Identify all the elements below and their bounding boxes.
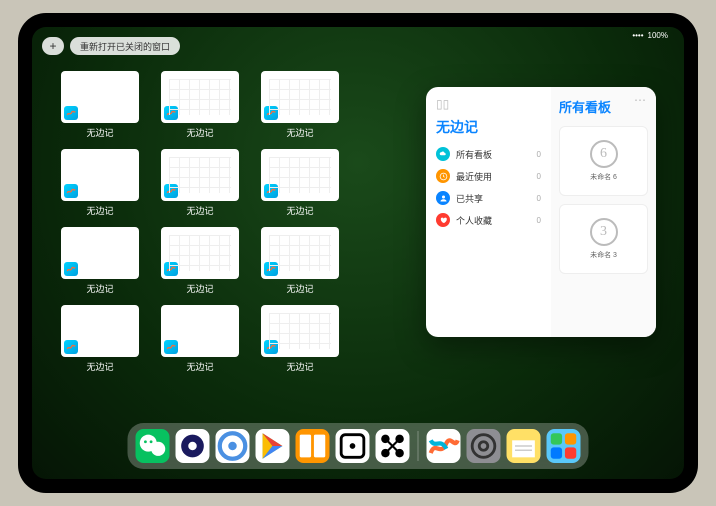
window-label: 无边记 bbox=[186, 126, 213, 139]
books-icon[interactable] bbox=[296, 429, 330, 463]
window-label: 无边记 bbox=[86, 126, 113, 139]
freeform-app-icon bbox=[264, 340, 278, 354]
more-icon[interactable]: ⋯ bbox=[634, 93, 646, 107]
play-icon[interactable] bbox=[256, 429, 290, 463]
board-card[interactable]: 6 未命名 6 bbox=[559, 126, 648, 196]
new-window-button[interactable]: + bbox=[42, 37, 64, 55]
freeform-app-icon bbox=[64, 340, 78, 354]
heart-icon bbox=[436, 213, 450, 227]
window-thumbnail[interactable]: 无边记 bbox=[160, 227, 240, 295]
window-label: 无边记 bbox=[186, 282, 213, 295]
connect-icon[interactable] bbox=[376, 429, 410, 463]
battery-indicator: 100% bbox=[648, 31, 668, 40]
window-label: 无边记 bbox=[86, 282, 113, 295]
sidebar-item-label: 最近使用 bbox=[456, 170, 492, 183]
freeform-app-icon bbox=[64, 106, 78, 120]
sidebar-item[interactable]: 个人收藏 0 bbox=[436, 213, 541, 227]
sidebar-item-count: 0 bbox=[537, 216, 541, 225]
freeform-app-icon bbox=[164, 262, 178, 276]
sidebar-item-label: 个人收藏 bbox=[456, 214, 492, 227]
window-label: 无边记 bbox=[286, 360, 313, 373]
sidebar-item[interactable]: 最近使用 0 bbox=[436, 169, 541, 183]
sidebar-icon: ▯▯ bbox=[436, 97, 541, 111]
dock-separator bbox=[418, 431, 419, 461]
sidebar-item-label: 所有看板 bbox=[456, 148, 492, 161]
qqbrowser-icon[interactable] bbox=[216, 429, 250, 463]
window-thumbnail[interactable]: 无边记 bbox=[260, 149, 340, 217]
sidebar-item-count: 0 bbox=[537, 172, 541, 181]
reopen-closed-window-button[interactable]: 重新打开已关闭的窗口 bbox=[70, 37, 180, 55]
freeform-app-icon bbox=[264, 106, 278, 120]
window-thumbnail[interactable]: 无边记 bbox=[260, 305, 340, 373]
home-screen: •••• 100% + 重新打开已关闭的窗口 无边记无边记无边记无边记无边记无边… bbox=[32, 27, 684, 479]
window-thumbnail[interactable]: 无边记 bbox=[160, 305, 240, 373]
window-thumbnail[interactable]: 无边记 bbox=[260, 71, 340, 139]
statusbar: •••• 100% bbox=[632, 31, 668, 40]
board-card[interactable]: 3 未命名 3 bbox=[559, 204, 648, 274]
signal-icon: •••• bbox=[632, 31, 643, 40]
window-label: 无边记 bbox=[286, 126, 313, 139]
window-thumbnail[interactable]: 无边记 bbox=[160, 71, 240, 139]
board-thumbnail: 6 bbox=[590, 140, 618, 168]
window-thumbnail[interactable]: 无边记 bbox=[260, 227, 340, 295]
freeform-app-icon bbox=[64, 262, 78, 276]
popover-title: 无边记 bbox=[436, 117, 541, 137]
freeform-app-icon bbox=[164, 340, 178, 354]
window-thumbnail[interactable]: 无边记 bbox=[160, 149, 240, 217]
dice-icon[interactable] bbox=[336, 429, 370, 463]
board-name: 未命名 6 bbox=[590, 172, 617, 182]
notes-icon[interactable] bbox=[507, 429, 541, 463]
window-thumbnail[interactable]: 无边记 bbox=[60, 227, 140, 295]
freeform-app-icon bbox=[164, 106, 178, 120]
sidebar-item[interactable]: 所有看板 0 bbox=[436, 147, 541, 161]
sidebar-item-count: 0 bbox=[537, 150, 541, 159]
clock-icon bbox=[436, 169, 450, 183]
settings-icon[interactable] bbox=[467, 429, 501, 463]
board-name: 未命名 3 bbox=[590, 250, 617, 260]
freeform-icon[interactable] bbox=[427, 429, 461, 463]
sidebar-item-count: 0 bbox=[537, 194, 541, 203]
window-label: 无边记 bbox=[186, 204, 213, 217]
board-thumbnail: 3 bbox=[590, 218, 618, 246]
dock bbox=[128, 423, 589, 469]
person-icon bbox=[436, 191, 450, 205]
app-switcher-grid: 无边记无边记无边记无边记无边记无边记无边记无边记无边记无边记无边记无边记 bbox=[60, 71, 440, 373]
freeform-app-icon bbox=[164, 184, 178, 198]
cloud-icon bbox=[436, 147, 450, 161]
freeform-app-icon bbox=[64, 184, 78, 198]
window-label: 无边记 bbox=[186, 360, 213, 373]
freeform-popover: ⋯ ▯▯ 无边记 所有看板0最近使用0已共享0个人收藏0 所有看板 6未命名 6… bbox=[426, 87, 656, 337]
freeform-app-icon bbox=[264, 184, 278, 198]
window-label: 无边记 bbox=[86, 204, 113, 217]
wechat-icon[interactable] bbox=[136, 429, 170, 463]
app-library-icon[interactable] bbox=[547, 429, 581, 463]
sidebar-item[interactable]: 已共享 0 bbox=[436, 191, 541, 205]
window-thumbnail[interactable]: 无边记 bbox=[60, 149, 140, 217]
window-thumbnail[interactable]: 无边记 bbox=[60, 71, 140, 139]
window-label: 无边记 bbox=[286, 282, 313, 295]
freeform-app-icon bbox=[264, 262, 278, 276]
sidebar-item-label: 已共享 bbox=[456, 192, 483, 205]
window-label: 无边记 bbox=[286, 204, 313, 217]
window-thumbnail[interactable]: 无边记 bbox=[60, 305, 140, 373]
quark-icon[interactable] bbox=[176, 429, 210, 463]
window-label: 无边记 bbox=[86, 360, 113, 373]
